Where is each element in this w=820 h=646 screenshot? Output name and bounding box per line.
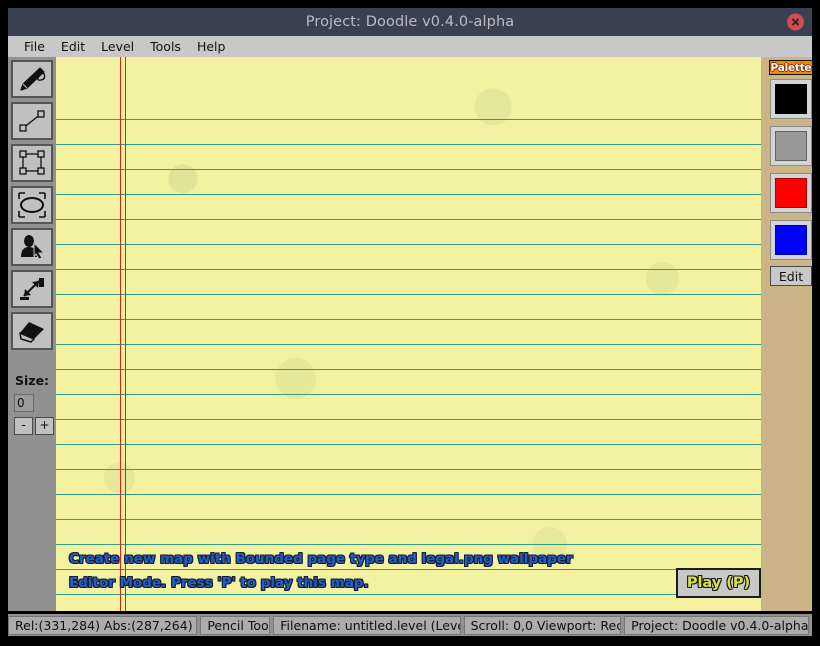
actor-cursor-icon — [17, 234, 47, 260]
rule-line — [56, 544, 761, 545]
swatch-color-chip — [775, 84, 807, 114]
eraser-icon — [17, 318, 47, 344]
workspace: Size: 0 - + Create new map with Bounded … — [8, 57, 813, 611]
swatch-color-chip — [775, 131, 807, 161]
paper-background — [56, 57, 761, 611]
size-label: Size: — [15, 373, 50, 388]
rule-line — [56, 394, 761, 395]
rule-line — [56, 194, 761, 195]
status-filename: Filename: untitled.level (Level) — [273, 615, 461, 635]
play-button[interactable]: Play (P) — [676, 568, 761, 598]
ellipse-icon — [16, 192, 48, 218]
rule-line — [56, 519, 761, 520]
palette-swatch-water[interactable] — [770, 220, 812, 260]
size-value: 0 — [14, 394, 34, 412]
close-icon[interactable] — [787, 13, 804, 31]
rule-line — [56, 444, 761, 445]
rectangle-icon — [17, 150, 47, 176]
editor-mode-text: Editor Mode. Press 'P' to play this map. — [69, 575, 369, 591]
rule-line — [56, 594, 761, 595]
menu-item-edit[interactable]: Edit — [53, 36, 93, 57]
rule-line — [56, 244, 761, 245]
rule-line — [56, 469, 761, 470]
palette-swatch-fire[interactable] — [770, 173, 812, 213]
rule-line — [56, 419, 761, 420]
menu-bar: File Edit Level Tools Help — [8, 36, 812, 57]
rule-line — [56, 119, 761, 120]
eraser-tool-button[interactable] — [11, 312, 53, 350]
ellipse-tool-button[interactable] — [11, 186, 53, 224]
swatch-color-chip — [775, 225, 807, 255]
status-project: Project: Doodle v0.4.0-alpha — [624, 615, 809, 635]
pencil-icon — [17, 66, 47, 92]
palette-header: Palette — [769, 60, 813, 75]
rectangle-tool-button[interactable] — [11, 144, 53, 182]
margin-line — [120, 57, 121, 611]
palette-edit-button[interactable]: Edit — [770, 266, 812, 286]
status-bar: Rel:(331,284) Abs:(287,264) Pencil Tool … — [8, 614, 812, 636]
application-window: Project: Doodle v0.4.0-alpha File Edit L… — [0, 0, 820, 646]
menu-item-file[interactable]: File — [16, 36, 53, 57]
rule-line — [56, 144, 761, 145]
status-scroll-viewport: Scroll: 0,0 Viewport: Rec — [463, 615, 622, 635]
rule-line — [56, 344, 761, 345]
line-tool-button[interactable] — [11, 102, 53, 140]
rule-line — [56, 294, 761, 295]
menu-item-help[interactable]: Help — [189, 36, 234, 57]
palette-header-label: Palette — [770, 61, 812, 74]
rule-line — [56, 319, 761, 320]
palette-swatch-grey[interactable] — [770, 126, 812, 166]
menu-item-tools[interactable]: Tools — [142, 36, 189, 57]
level-canvas[interactable]: Create new map with Bounded page type an… — [56, 57, 761, 611]
map-info-text: Create new map with Bounded page type an… — [69, 551, 573, 567]
palette-panel: Palette Edit — [761, 57, 813, 611]
rule-line — [56, 569, 761, 570]
rule-line — [56, 369, 761, 370]
tool-palette: Size: 0 - + — [8, 57, 56, 611]
margin-line — [125, 57, 126, 611]
pencil-tool-button[interactable] — [11, 60, 53, 98]
menu-item-level[interactable]: Level — [93, 36, 142, 57]
window-title: Project: Doodle v0.4.0-alpha — [305, 14, 515, 30]
size-decrement-button[interactable]: - — [14, 417, 33, 435]
palette-swatch-solid[interactable] — [770, 79, 812, 119]
link-tool-button[interactable] — [11, 270, 53, 308]
title-bar: Project: Doodle v0.4.0-alpha — [8, 8, 812, 36]
rule-line — [56, 169, 761, 170]
rule-line — [56, 269, 761, 270]
rule-line — [56, 494, 761, 495]
doodad-tool-button[interactable] — [11, 228, 53, 266]
play-button-label: Play (P) — [686, 575, 751, 591]
swatch-color-chip — [775, 178, 807, 208]
rule-line — [56, 219, 761, 220]
status-tool: Pencil Tool — [200, 615, 271, 635]
size-increment-button[interactable]: + — [35, 417, 54, 435]
line-icon — [17, 108, 47, 134]
link-arrow-icon — [17, 276, 47, 302]
status-coordinates: Rel:(331,284) Abs:(287,264) — [8, 615, 198, 635]
